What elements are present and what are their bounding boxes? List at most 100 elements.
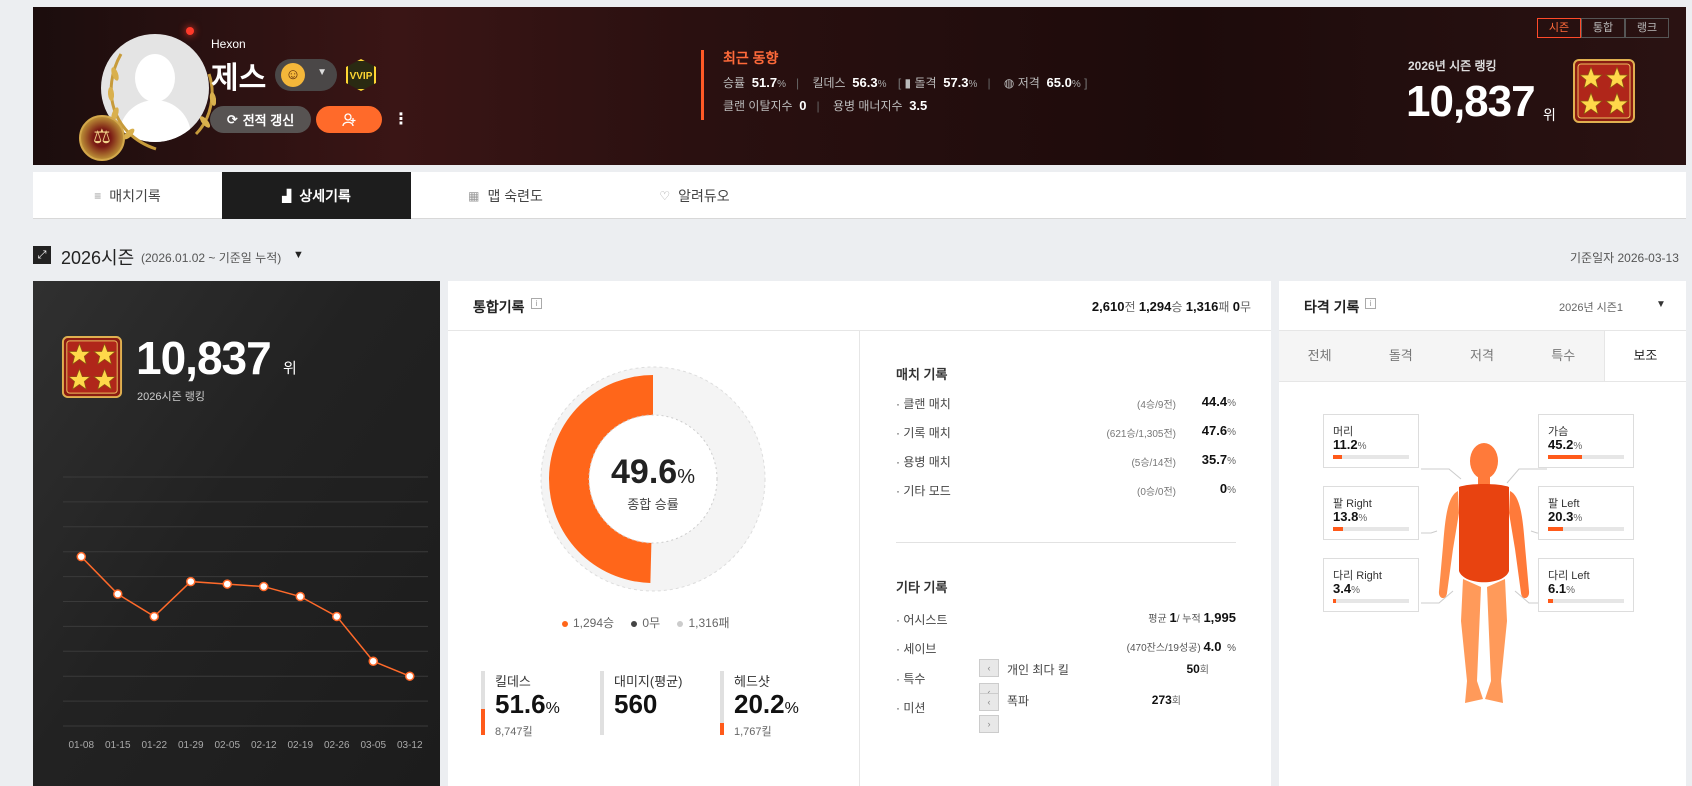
- divider: [859, 331, 860, 786]
- rank-point[interactable]: [76, 551, 86, 562]
- more-options-icon[interactable]: ⋮: [393, 109, 409, 129]
- hit-part-chest: 가슴 45.2%: [1538, 414, 1634, 468]
- popup-row-bomb: 폭파 273회: [1007, 693, 1181, 708]
- add-user-icon: [342, 112, 356, 126]
- match-row-merc: · 용병 매치 (5승/14전) 35.7%: [896, 452, 1236, 469]
- online-indicator: [186, 27, 194, 35]
- refresh-icon: ⟳: [226, 111, 238, 127]
- record-type-tabs: 시즌 통합 랭크: [1537, 18, 1669, 38]
- add-friend-button[interactable]: [316, 106, 382, 133]
- rank-point[interactable]: [368, 656, 378, 667]
- tab-duo[interactable]: ♡ 알려듀오: [600, 172, 789, 219]
- season-title: 2026시즌: [61, 248, 135, 268]
- rank-value: 10,837: [136, 332, 272, 384]
- x-tick-label: 01-29: [178, 740, 204, 751]
- rank-point[interactable]: [259, 581, 269, 592]
- x-tick-label: 02-05: [214, 740, 240, 751]
- rank-trend-chart: 01-08 01-15 01-22 01-29 02-05 02-12 02-19 02-26…: [63, 476, 428, 751]
- other-row-assist: · 어시스트 평균 1/ 누적 1,995: [896, 610, 1236, 627]
- season-rank-unit: 위: [1543, 107, 1556, 123]
- rank-label: 2026시즌 랭킹: [137, 391, 206, 403]
- caret-down-icon: ▼: [317, 67, 327, 78]
- chevron-left-icon[interactable]: ‹: [979, 693, 999, 711]
- tab-match-record[interactable]: ≡ 매치기록: [33, 172, 222, 219]
- tab-special[interactable]: 특수: [1523, 331, 1604, 381]
- tab-map-mastery[interactable]: ▦ 맵 숙련도: [411, 172, 600, 219]
- hit-season-select[interactable]: 2026년 시즌1: [1559, 299, 1623, 315]
- refresh-label: 전적 갱신: [242, 113, 295, 128]
- win-rate-label: 종합 승률: [627, 497, 679, 512]
- player-sub-name: Hexon: [211, 37, 246, 51]
- tab-sniper[interactable]: 저격: [1441, 331, 1522, 381]
- heart-icon: ♡: [659, 188, 671, 203]
- info-icon[interactable]: i: [531, 298, 542, 309]
- season-dropdown-icon[interactable]: ▼: [293, 249, 304, 261]
- rank-point[interactable]: [186, 576, 196, 587]
- info-icon[interactable]: i: [1365, 298, 1376, 309]
- rank-unit: 위: [283, 360, 297, 377]
- hit-part-leg-left: 다리 Left 6.1%: [1538, 558, 1634, 612]
- recent-trend-title: 최근 동향: [723, 50, 779, 66]
- stat-headshot: 헤드샷 20.2% 1,767킬: [720, 671, 840, 741]
- emoji-selector[interactable]: ☺ ▼: [275, 59, 337, 91]
- special-record-popup: ‹ ‹ ‹ › 개인 최다 킬 50회 폭파 273회: [979, 659, 1209, 733]
- chevron-up-icon[interactable]: ‹: [979, 659, 999, 677]
- refresh-record-button[interactable]: ⟳ 전적 갱신: [210, 106, 311, 133]
- map-icon: ▦: [468, 188, 480, 203]
- four-star-rank-icon: [61, 336, 123, 398]
- tab-detail-record[interactable]: ▟ 상세기록: [222, 172, 411, 219]
- x-tick-label: 03-05: [360, 740, 386, 751]
- hit-record-card: 타격 기록 i 2026년 시즌1 ▼ 전체 돌격 저격 특수 보조 머리 11…: [1279, 281, 1687, 786]
- assault-icon: ▮: [904, 76, 912, 90]
- recent-stats-line2: 클랜 이탈지수 0 | 용병 매너지수 3.5: [723, 98, 928, 113]
- stat-killdeath: 킬데스 51.6% 8,747킬: [481, 671, 601, 741]
- x-tick-label: 02-26: [324, 740, 350, 751]
- match-record-title: 매치 기록: [896, 367, 948, 382]
- rank-point[interactable]: [332, 611, 342, 622]
- profile-header: ⚖ Hexon 제스 ☺ ▼ VVIP ⟳ 전적 갱신 ⋮ 최근 동향 승률 5…: [33, 7, 1686, 165]
- combined-summary: 2,610전 1,294승 1,316패 0무: [1091, 299, 1251, 314]
- bar-chart-icon: ▟: [282, 188, 292, 203]
- rank-point[interactable]: [113, 589, 123, 599]
- four-star-rank-icon: [1573, 59, 1635, 123]
- player-name: 제스: [211, 62, 267, 95]
- combined-record-card: 통합기록 i 2,610전 1,294승 1,316패 0무 49.6% 종합 …: [448, 281, 1271, 786]
- season-rank-value: 10,837: [1406, 77, 1536, 126]
- rank-point[interactable]: [295, 591, 305, 602]
- tab-season[interactable]: 시즌: [1537, 18, 1581, 38]
- sniper-icon: ◍: [1003, 76, 1015, 90]
- rank-point[interactable]: [149, 611, 159, 622]
- tab-rank[interactable]: 랭크: [1625, 18, 1669, 38]
- base-date: 기준일자 2026-03-13: [1570, 251, 1679, 265]
- chevron-right-icon[interactable]: ›: [979, 715, 999, 733]
- x-tick-label: 02-19: [287, 740, 313, 751]
- body-diagram: [1421, 443, 1547, 703]
- tab-all[interactable]: 전체: [1279, 331, 1360, 381]
- hit-part-arm-left: 팔 Left 20.3%: [1538, 486, 1634, 540]
- rank-point[interactable]: [222, 579, 232, 589]
- x-tick-label: 01-15: [105, 740, 131, 751]
- vip-badge: VVIP: [346, 59, 376, 91]
- ranking-card: 10,837 위 2026시즌 랭킹 01-08 01-15 01-22 01-29 0…: [33, 281, 440, 786]
- recent-accent-bar: [701, 50, 704, 120]
- hit-part-arm-right: 팔 Right 13.8%: [1323, 486, 1419, 540]
- rank-point[interactable]: [405, 671, 415, 681]
- detail-nav-bar: ≡ 매치기록 ▟ 상세기록 ▦ 맵 숙련도 ♡ 알려듀오: [33, 172, 1686, 219]
- match-row-record: · 기록 매치 (621승/1,305전) 47.6%: [896, 423, 1236, 440]
- tab-assault[interactable]: 돌격: [1360, 331, 1441, 381]
- win-rate-value: 49.6%: [611, 453, 695, 491]
- tab-combined[interactable]: 통합: [1581, 18, 1625, 38]
- hit-part-leg-right: 다리 Right 3.4%: [1323, 558, 1419, 612]
- rank-emblem-icon: ⚖: [79, 115, 125, 161]
- x-tick-label: 03-12: [397, 740, 423, 751]
- other-row-save: · 세이브 (470잔스/19성공) 4.0 %: [896, 639, 1236, 656]
- caret-down-icon[interactable]: ▼: [1656, 299, 1666, 310]
- match-row-clan: · 클랜 매치 (4승/9전) 44.4%: [896, 394, 1236, 411]
- hit-part-head: 머리 11.2%: [1323, 414, 1419, 468]
- hit-title: 타격 기록: [1304, 299, 1360, 315]
- expand-icon[interactable]: ⤢: [33, 246, 51, 264]
- weapon-tabs: 전체 돌격 저격 특수 보조: [1279, 331, 1687, 382]
- tab-support[interactable]: 보조: [1603, 331, 1687, 381]
- divider: [896, 542, 1236, 543]
- x-tick-label: 02-12: [251, 740, 277, 751]
